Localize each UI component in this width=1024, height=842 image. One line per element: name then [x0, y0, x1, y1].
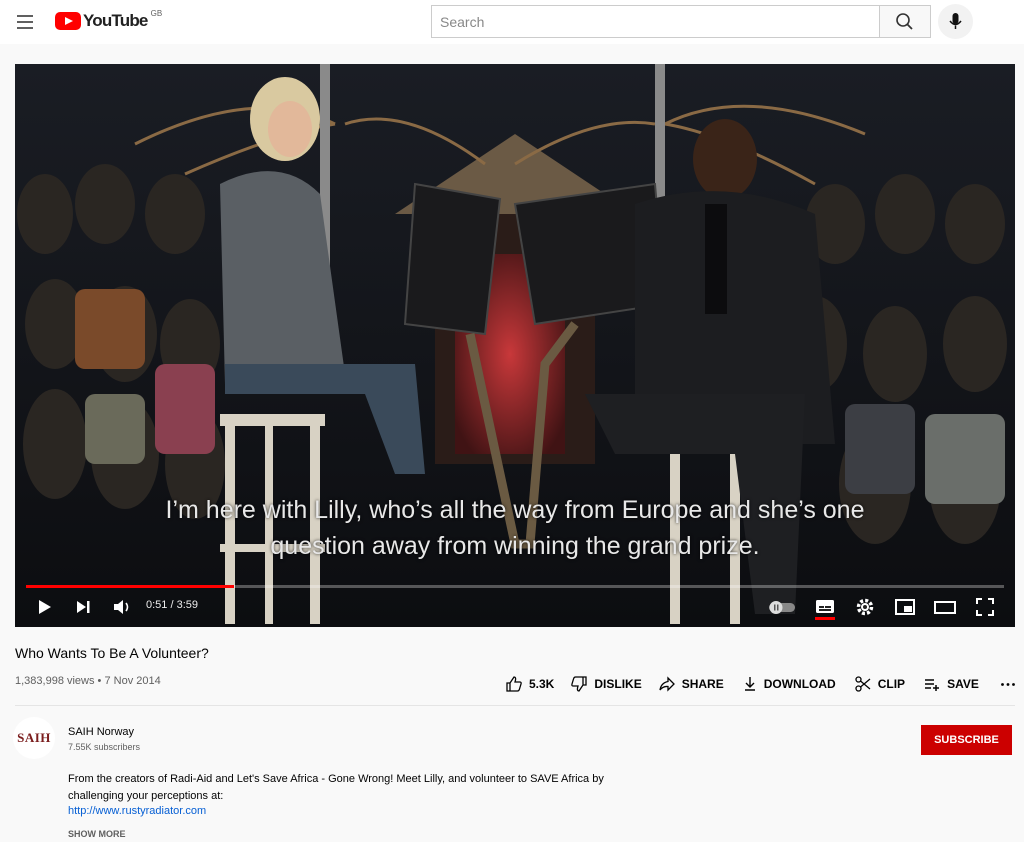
- section-divider: [15, 705, 1015, 706]
- progress-bar[interactable]: [26, 585, 1004, 588]
- description-link[interactable]: http://www.rustyradiator.com: [68, 805, 206, 817]
- logo-text: YouTube: [83, 11, 148, 30]
- time-display: 0:51 / 3:59: [146, 599, 198, 611]
- dislike-label: DISLIKE: [594, 677, 642, 691]
- share-label: SHARE: [681, 677, 724, 691]
- download-label: DOWNLOAD: [763, 677, 836, 691]
- video-description: From the creators of Radi-Aid and Let's …: [68, 773, 604, 802]
- channel-name[interactable]: SAIH Norway: [68, 726, 134, 738]
- theater-mode-button[interactable]: [932, 594, 958, 620]
- skip-next-icon: [77, 601, 90, 613]
- hamburger-menu-icon[interactable]: [14, 11, 36, 33]
- microphone-icon: [949, 13, 962, 29]
- volume-button[interactable]: [109, 594, 135, 620]
- next-button[interactable]: [70, 594, 96, 620]
- fullscreen-button[interactable]: [972, 594, 998, 620]
- playlist-add-icon: [925, 679, 940, 691]
- download-button[interactable]: DOWNLOAD: [742, 672, 836, 696]
- video-title: Who Wants To Be A Volunteer?: [15, 645, 209, 661]
- channel-avatar[interactable]: SAIH: [13, 717, 55, 759]
- youtube-logo[interactable]: YouTube GB: [55, 8, 163, 32]
- video-player[interactable]: I’m here with Lilly, who’s all the way f…: [15, 64, 1015, 627]
- caption-line-2: question away from winning the grand pri…: [270, 532, 760, 560]
- subtitles-active-indicator: [815, 617, 835, 620]
- play-icon: [39, 600, 51, 614]
- volume-icon: [114, 600, 129, 614]
- more-actions-button[interactable]: [999, 672, 1023, 696]
- fullscreen-icon: [976, 598, 994, 616]
- settings-button[interactable]: [852, 594, 878, 620]
- masthead: YouTube GB: [0, 0, 1024, 44]
- subscribe-button[interactable]: SUBSCRIBE: [921, 725, 1012, 755]
- autoplay-toggle[interactable]: [767, 594, 795, 620]
- thumbs-down-icon: [571, 676, 588, 692]
- search-button[interactable]: [879, 5, 931, 38]
- progress-played: [26, 585, 235, 588]
- more-horizontal-icon: [1000, 683, 1015, 686]
- save-label: SAVE: [947, 677, 979, 691]
- thumbs-up-icon: [506, 676, 522, 692]
- autoplay-toggle-icon: [769, 601, 795, 614]
- clip-button[interactable]: CLIP: [854, 672, 905, 696]
- play-button[interactable]: [31, 594, 57, 620]
- scissors-icon: [855, 676, 871, 692]
- caption-line-1: I’m here with Lilly, who’s all the way f…: [165, 496, 865, 524]
- dislike-button[interactable]: DISLIKE: [570, 672, 642, 696]
- show-more-button[interactable]: SHOW MORE: [68, 829, 126, 839]
- save-button[interactable]: SAVE: [923, 672, 979, 696]
- subscriber-count: 7.55K subscribers: [68, 742, 141, 752]
- avatar-text: SAIH: [17, 730, 51, 745]
- share-icon: [659, 676, 675, 692]
- clip-label: CLIP: [877, 677, 906, 691]
- search-input[interactable]: [431, 5, 880, 38]
- miniplayer-icon: [895, 599, 915, 615]
- action-bar: 5.3K DISLIKE SHARE DOWNLOAD CLIP SAVE: [505, 672, 1023, 696]
- like-count: 5.3K: [529, 677, 555, 691]
- voice-search-button[interactable]: [938, 4, 973, 39]
- youtube-play-logo-icon: [55, 12, 81, 30]
- like-button[interactable]: 5.3K: [505, 672, 554, 696]
- theater-mode-icon: [934, 601, 956, 614]
- miniplayer-button[interactable]: [892, 594, 918, 620]
- view-count-date: 1,383,998 views • 7 Nov 2014: [15, 675, 161, 687]
- region-code: GB: [150, 8, 163, 18]
- search-icon: [896, 13, 913, 30]
- share-button[interactable]: SHARE: [658, 672, 724, 696]
- gear-icon: [856, 598, 874, 616]
- download-icon: [744, 677, 755, 691]
